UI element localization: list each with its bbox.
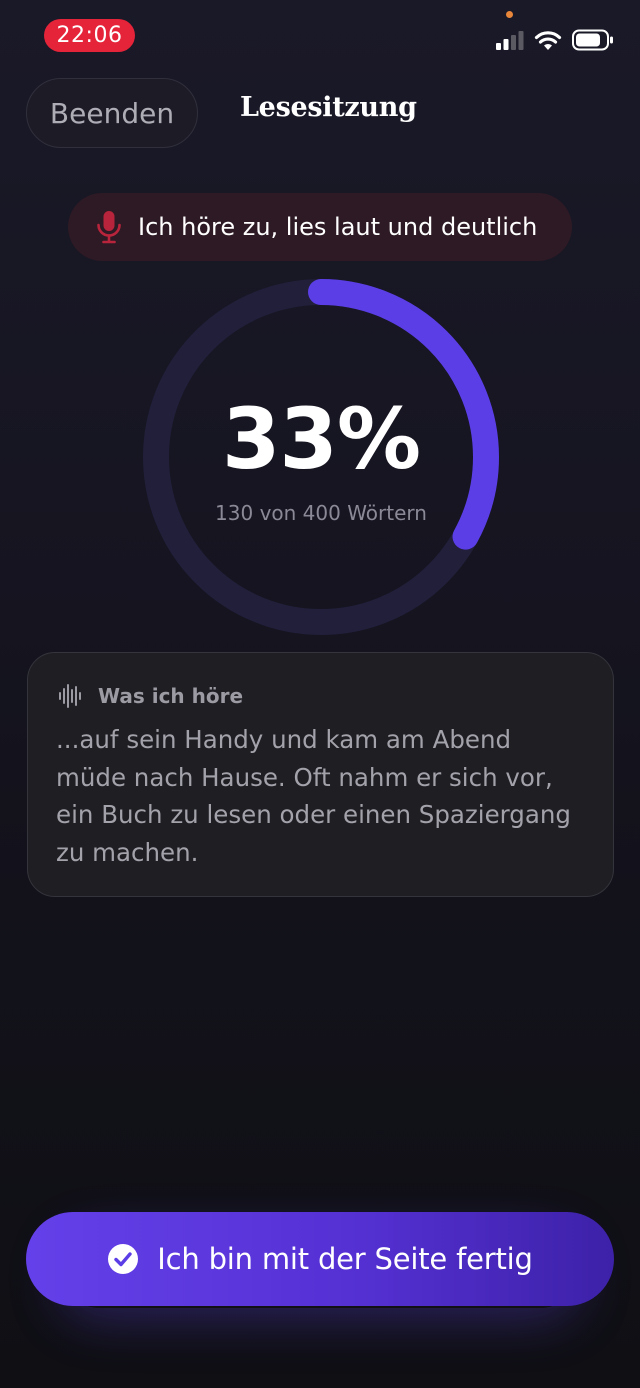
wifi-icon bbox=[534, 30, 562, 50]
listening-text: Ich höre zu, lies laut und deutlich bbox=[138, 213, 538, 241]
listening-status-pill: Ich höre zu, lies laut und deutlich bbox=[68, 193, 572, 261]
progress-word-count: 130 von 400 Wörtern bbox=[215, 501, 427, 525]
exit-button[interactable]: Beenden bbox=[26, 78, 198, 148]
progress-ring: 33% 130 von 400 Wörtern bbox=[142, 278, 500, 636]
progress-percent: 33% bbox=[221, 390, 421, 488]
battery-icon bbox=[572, 29, 613, 51]
transcript-label: Was ich höre bbox=[98, 684, 244, 708]
microphone-icon bbox=[97, 211, 121, 244]
done-button-label: Ich bin mit der Seite fertig bbox=[157, 1242, 533, 1276]
page-done-button[interactable]: Ich bin mit der Seite fertig bbox=[26, 1212, 614, 1306]
page-title: Lesesitzung bbox=[240, 92, 417, 123]
privacy-indicator-dot bbox=[506, 11, 513, 18]
transcript-text: ...auf sein Handy und kam am Abend müde … bbox=[56, 725, 571, 867]
transcript-header: Was ich höre bbox=[58, 683, 243, 709]
cellular-signal-icon bbox=[496, 31, 524, 50]
waveform-icon bbox=[59, 684, 81, 708]
checkmark-circle-icon bbox=[108, 1244, 139, 1274]
status-time: 22:06 bbox=[44, 19, 135, 52]
status-icons bbox=[496, 28, 614, 52]
transcript-card: Was ich höre ...auf sein Handy und kam a… bbox=[27, 652, 614, 897]
